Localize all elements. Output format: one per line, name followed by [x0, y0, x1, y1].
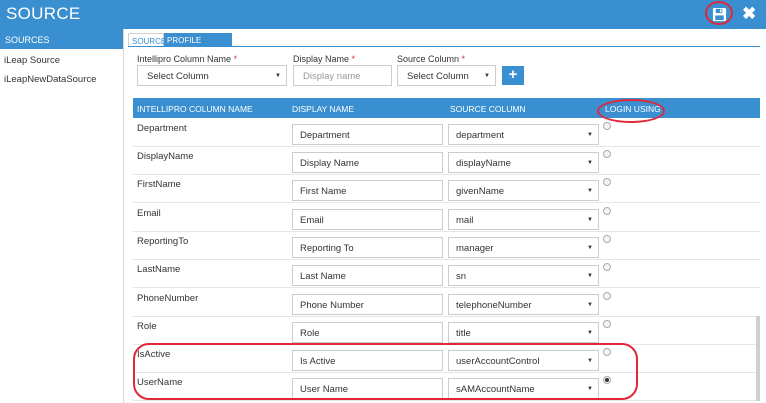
login-using-radio[interactable] [603, 178, 611, 186]
source-column-value: givenName [456, 186, 505, 197]
caret-down-icon: ▼ [587, 132, 593, 138]
display-name-input[interactable]: Department [292, 124, 443, 145]
table-row: ReportingTo Reporting To manager ▼ [133, 232, 760, 260]
login-rows-highlight-box [133, 343, 638, 400]
source-column-select[interactable]: sn ▼ [448, 265, 599, 286]
column-name-cell: DisplayName [137, 151, 194, 162]
tab-profile-mapping[interactable]: PROFILE MAPPING [164, 33, 232, 54]
source-column-select[interactable]: Select Column ▼ [397, 65, 496, 86]
display-name-label: Display Name * [293, 54, 356, 64]
column-name-label: Intellipro Column Name * [137, 54, 238, 64]
title-bar: SOURCE ✖ [0, 0, 766, 29]
header-source-column: SOURCE COLUMN [450, 104, 526, 114]
display-name-input[interactable]: Phone Number [292, 294, 443, 315]
source-column-value: mail [456, 215, 474, 226]
caret-down-icon: ▼ [275, 73, 281, 79]
column-name-select[interactable]: Select Column ▼ [137, 65, 287, 86]
required-mark: * [233, 54, 238, 64]
caret-down-icon: ▼ [587, 302, 593, 308]
login-using-radio[interactable] [603, 235, 611, 243]
save-highlight-circle [705, 1, 733, 25]
display-name-input[interactable]: Email [292, 209, 443, 230]
source-column-select[interactable]: givenName ▼ [448, 180, 599, 201]
tab-source[interactable]: SOURCE [128, 33, 166, 47]
required-mark: * [461, 54, 466, 64]
sidebar: SOURCES iLeap Source iLeapNewDataSource [0, 29, 124, 403]
caret-down-icon: ▼ [587, 245, 593, 251]
caret-down-icon: ▼ [587, 160, 593, 166]
caret-down-icon: ▼ [587, 188, 593, 194]
column-name-cell: Department [137, 123, 187, 134]
close-icon[interactable]: ✖ [742, 4, 756, 24]
sidebar-item-ileap-new-data-source[interactable]: iLeapNewDataSource [0, 68, 123, 87]
header-display-name: DISPLAY NAME [292, 104, 355, 114]
table-header: INTELLIPRO COLUMN NAME DISPLAY NAME SOUR… [133, 98, 760, 118]
source-column-select[interactable]: manager ▼ [448, 237, 599, 258]
caret-down-icon: ▼ [484, 73, 490, 79]
table-row: FirstName First Name givenName ▼ [133, 175, 760, 203]
display-name-input[interactable]: First Name [292, 180, 443, 201]
source-column-select[interactable]: telephoneNumber ▼ [448, 294, 599, 315]
add-mapping-button[interactable]: + [502, 66, 524, 85]
tab-divider [128, 46, 760, 47]
sidebar-header: SOURCES [0, 29, 123, 49]
table-row: Role Role title ▼ [133, 317, 760, 345]
login-using-radio[interactable] [603, 122, 611, 130]
column-name-cell: PhoneNumber [137, 293, 199, 304]
source-column-value: telephoneNumber [456, 300, 532, 311]
sidebar-item-ileap-source[interactable]: iLeap Source [0, 49, 123, 68]
source-column-value: title [456, 328, 471, 339]
caret-down-icon: ▼ [587, 273, 593, 279]
column-name-cell: LastName [137, 264, 181, 275]
source-column-select[interactable]: mail ▼ [448, 209, 599, 230]
table-row: PhoneNumber Phone Number telephoneNumber ▼ [133, 289, 760, 317]
table-row: Department Department department ▼ [133, 119, 760, 147]
source-column-value: manager [456, 243, 494, 254]
login-using-radio[interactable] [603, 150, 611, 158]
source-column-select[interactable]: title ▼ [448, 322, 599, 343]
display-name-input[interactable]: Display Name [292, 152, 443, 173]
source-column-label: Source Column * [397, 54, 466, 64]
display-name-input[interactable]: Role [292, 322, 443, 343]
login-using-radio[interactable] [603, 320, 611, 328]
source-column-select[interactable]: department ▼ [448, 124, 599, 145]
source-column-select[interactable]: displayName ▼ [448, 152, 599, 173]
caret-down-icon: ▼ [587, 330, 593, 336]
column-name-cell: Email [137, 208, 161, 219]
login-using-radio[interactable] [603, 263, 611, 271]
column-name-cell: FirstName [137, 179, 181, 190]
table-row: LastName Last Name sn ▼ [133, 260, 760, 288]
column-name-cell: Role [137, 321, 157, 332]
source-column-value: sn [456, 271, 467, 282]
table-row: Email Email mail ▼ [133, 204, 760, 232]
source-column-value: displayName [456, 158, 511, 169]
table-row: DisplayName Display Name displayName ▼ [133, 147, 760, 175]
caret-down-icon: ▼ [587, 217, 593, 223]
required-mark: * [351, 54, 356, 64]
display-name-input[interactable]: Reporting To [292, 237, 443, 258]
login-using-radio[interactable] [603, 207, 611, 215]
login-using-radio[interactable] [603, 292, 611, 300]
scrollbar[interactable] [756, 316, 760, 401]
source-column-value: department [456, 130, 505, 141]
display-name-input[interactable]: Display name [293, 65, 392, 86]
column-name-cell: ReportingTo [137, 236, 189, 247]
window-title: SOURCE [6, 4, 81, 23]
display-name-input[interactable]: Last Name [292, 265, 443, 286]
header-intellipro-column-name: INTELLIPRO COLUMN NAME [137, 104, 253, 114]
